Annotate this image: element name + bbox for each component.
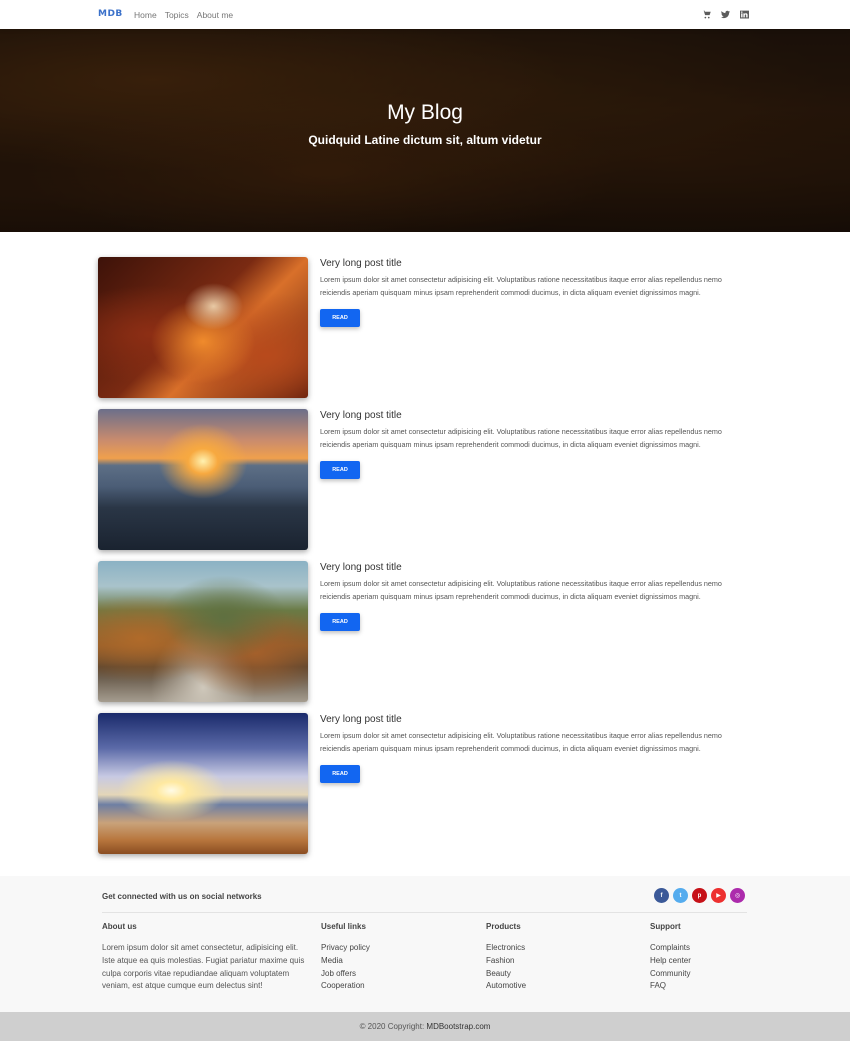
footer-products: Products Electronics Fashion Beauty Auto… <box>486 922 526 993</box>
nav-link-about-me[interactable]: About me <box>197 10 233 20</box>
copyright-link[interactable]: MDBootstrap.com <box>426 1022 490 1031</box>
brand-logo[interactable]: MDB <box>98 9 123 19</box>
footer-link-complaints[interactable]: Complaints <box>650 942 691 955</box>
twitter-icon[interactable] <box>720 9 730 19</box>
facebook-icon[interactable]: f <box>654 888 669 903</box>
footer-link-faq[interactable]: FAQ <box>650 980 691 993</box>
read-button[interactable]: READ <box>320 765 360 784</box>
footer-about-title: About us <box>102 922 137 931</box>
footer-link-privacy-policy[interactable]: Privacy policy <box>321 942 370 955</box>
post-title: Very long post title <box>320 562 402 573</box>
copyright-bar: © 2020 Copyright: MDBootstrap.com <box>0 1012 850 1041</box>
post-excerpt: Lorem ipsum dolor sit amet consectetur a… <box>320 427 722 449</box>
post-image-canyon[interactable] <box>98 257 308 398</box>
hero-subtitle: Quidquid Latine dictum sit, altum videtu… <box>308 133 542 147</box>
post-card: Very long post title Lorem ipsum dolor s… <box>98 713 748 854</box>
instagram-icon[interactable]: ◎ <box>730 888 745 903</box>
footer-about-text: Lorem ipsum dolor sit amet consectetur, … <box>102 943 305 991</box>
pinterest-icon[interactable]: p <box>692 888 707 903</box>
footer-products-title: Products <box>486 922 521 931</box>
linkedin-icon[interactable] <box>739 9 749 19</box>
read-button[interactable]: READ <box>320 309 360 328</box>
social-icons: f t p ▶ ◎ <box>654 888 745 903</box>
social-bar: Get connected with us on social networks… <box>102 876 747 913</box>
footer-link-help-center[interactable]: Help center <box>650 955 691 968</box>
footer-link-job-offers[interactable]: Job offers <box>321 968 370 981</box>
footer-link-fashion[interactable]: Fashion <box>486 955 526 968</box>
footer-support: Support Complaints Help center Community… <box>650 922 691 993</box>
footer-link-automotive[interactable]: Automotive <box>486 980 526 993</box>
post-card: Very long post title Lorem ipsum dolor s… <box>98 409 748 550</box>
post-image-sunset[interactable] <box>98 409 308 550</box>
read-button[interactable]: READ <box>320 613 360 632</box>
footer-about: About us Lorem ipsum dolor sit amet cons… <box>102 922 312 993</box>
footer-link-cooperation[interactable]: Cooperation <box>321 980 370 993</box>
post-card: Very long post title Lorem ipsum dolor s… <box>98 561 748 702</box>
post-body: Very long post title Lorem ipsum dolor s… <box>320 713 750 784</box>
post-title: Very long post title <box>320 258 402 269</box>
nav-links: Home Topics About me <box>134 10 233 20</box>
nav-icons <box>701 9 749 19</box>
twitter-icon[interactable]: t <box>673 888 688 903</box>
footer-link-community[interactable]: Community <box>650 968 691 981</box>
social-heading: Get connected with us on social networks <box>102 892 262 901</box>
navbar: MDB Home Topics About me <box>0 0 850 29</box>
post-excerpt: Lorem ipsum dolor sit amet consectetur a… <box>320 275 722 297</box>
post-excerpt: Lorem ipsum dolor sit amet consectetur a… <box>320 731 722 753</box>
footer: Get connected with us on social networks… <box>0 876 850 1012</box>
post-title: Very long post title <box>320 714 402 725</box>
footer-useful-links-title: Useful links <box>321 922 366 931</box>
post-body: Very long post title Lorem ipsum dolor s… <box>320 257 750 328</box>
post-title: Very long post title <box>320 410 402 421</box>
post-excerpt: Lorem ipsum dolor sit amet consectetur a… <box>320 579 722 601</box>
read-button[interactable]: READ <box>320 461 360 480</box>
post-image-beach[interactable] <box>98 713 308 854</box>
post-image-mountain[interactable] <box>98 561 308 702</box>
nav-link-home[interactable]: Home <box>134 10 157 20</box>
nav-link-topics[interactable]: Topics <box>165 10 189 20</box>
post-body: Very long post title Lorem ipsum dolor s… <box>320 561 750 632</box>
footer-support-title: Support <box>650 922 681 931</box>
footer-link-electronics[interactable]: Electronics <box>486 942 526 955</box>
footer-link-media[interactable]: Media <box>321 955 370 968</box>
copyright-text: © 2020 Copyright: <box>359 1022 425 1031</box>
youtube-icon[interactable]: ▶ <box>711 888 726 903</box>
post-body: Very long post title Lorem ipsum dolor s… <box>320 409 750 480</box>
footer-link-beauty[interactable]: Beauty <box>486 968 526 981</box>
hero-title: My Blog <box>387 101 463 124</box>
cart-icon[interactable] <box>701 9 711 19</box>
hero-banner: My Blog Quidquid Latine dictum sit, altu… <box>0 29 850 232</box>
post-card: Very long post title Lorem ipsum dolor s… <box>98 257 748 398</box>
footer-useful-links: Useful links Privacy policy Media Job of… <box>321 922 370 993</box>
